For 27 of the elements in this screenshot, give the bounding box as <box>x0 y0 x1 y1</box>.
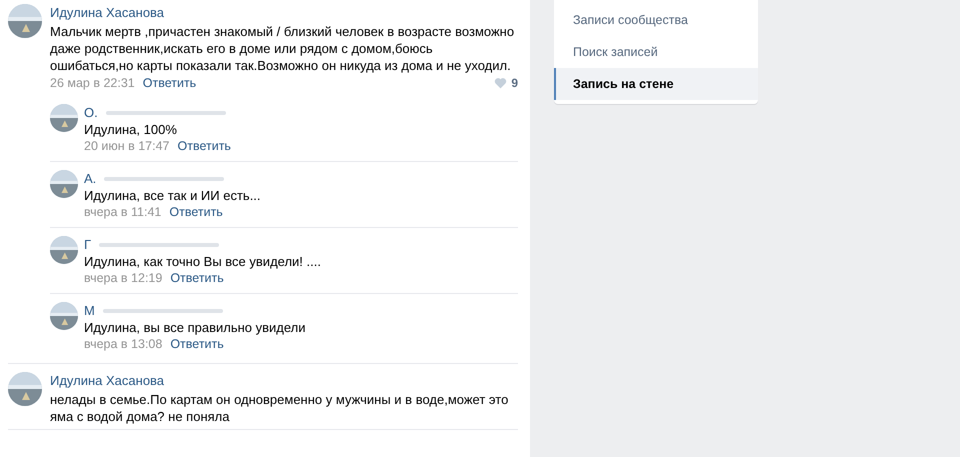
reply-link[interactable]: Ответить <box>142 74 196 92</box>
author-name[interactable]: О. <box>84 104 98 122</box>
author-name[interactable]: А. <box>84 170 96 188</box>
reply-link[interactable]: Ответить <box>170 269 224 288</box>
menu-item[interactable]: Поиск записей <box>554 36 758 68</box>
author-name[interactable]: Идулина Хасанова <box>50 4 164 22</box>
heart-icon[interactable] <box>494 77 508 89</box>
comment-text: Мальчик мертв ,причастен знакомый / близкий человек в возрасте возможно даже родственник,искать его в доме или рядом с домом,боюсь ошибаться,но карты показали так.Возможно он никуда из дома и не уходил. <box>50 23 516 74</box>
comment-date: вчера в 11:41 <box>84 204 162 222</box>
reply-link[interactable]: Ответить <box>178 137 231 156</box>
menu-item[interactable]: Записи сообщества <box>554 4 758 36</box>
author-name[interactable]: Г <box>84 236 92 254</box>
author-name[interactable]: М <box>84 302 95 320</box>
reply-text: Идулина, 100% <box>84 121 178 138</box>
comment-date: вчера в 12:19 <box>84 270 162 288</box>
comment-date: 20 июн в 17:47 <box>84 138 170 156</box>
reply-link[interactable]: Ответить <box>170 335 224 354</box>
comment-text: нелады в семье.По картам он одновременно у мужчины и в воде,может это яма с водой дома? не поняла <box>50 391 510 425</box>
reply-text: Идулина, все так и ИИ есть... <box>84 187 261 204</box>
reply-link[interactable]: Ответить <box>169 203 223 222</box>
reply-text: Идулина, вы все правильно увидели <box>84 319 306 336</box>
like-count: 9 <box>511 75 518 92</box>
author-name[interactable]: Идулина Хасанова <box>50 372 164 390</box>
reply-text: Идулина, как точно Вы все увидели! .... <box>84 253 321 270</box>
menu-item[interactable]: Запись на стене <box>554 68 758 100</box>
comment-date: вчера в 13:08 <box>84 336 162 354</box>
comment-date: 26 мар в 22:31 <box>50 74 135 92</box>
